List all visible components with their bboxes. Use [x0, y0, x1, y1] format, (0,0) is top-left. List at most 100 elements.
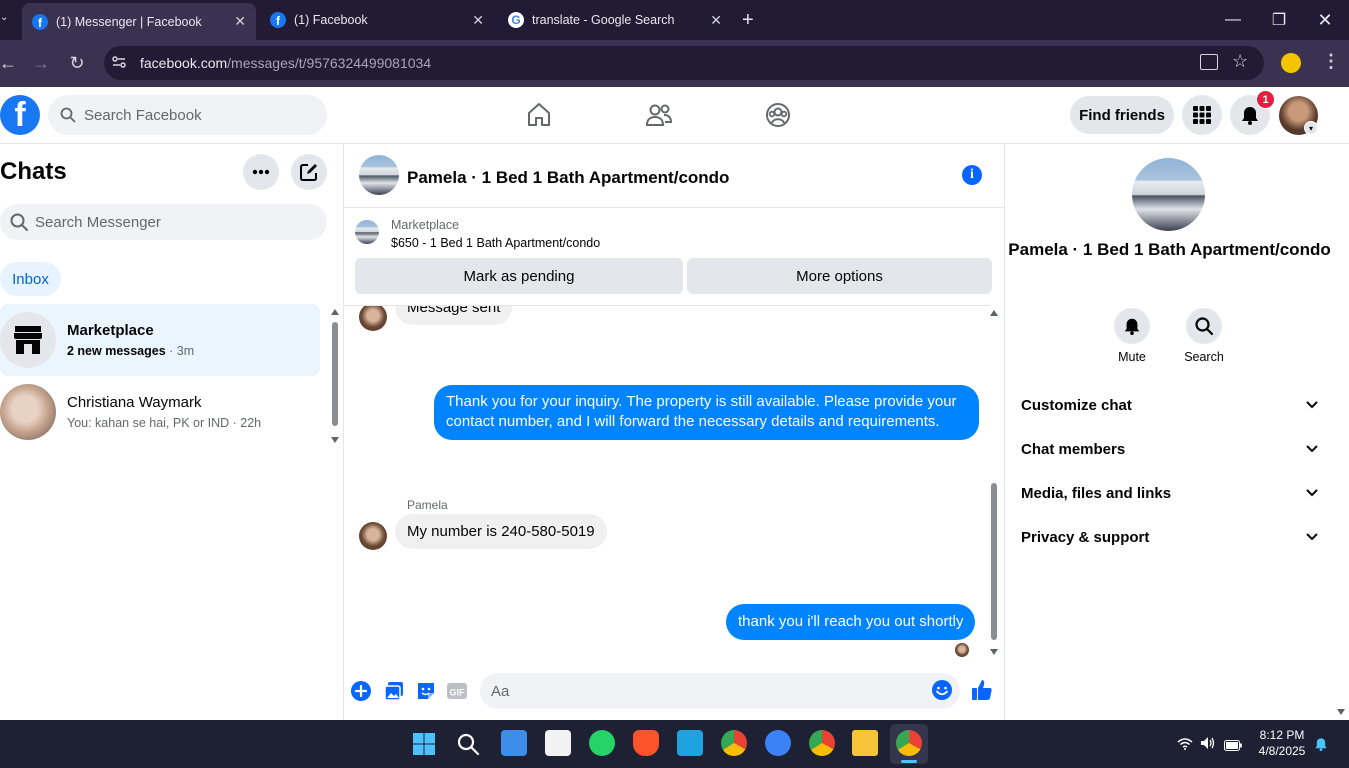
chat-item-marketplace[interactable]: Marketplace 2 new messages · 3m: [0, 304, 320, 376]
section-media-files-links[interactable]: Media, files and links: [1005, 471, 1334, 515]
groups-icon[interactable]: [763, 100, 793, 130]
section-customize-chat[interactable]: Customize chat: [1005, 383, 1334, 427]
bell-icon: [1242, 107, 1258, 125]
site-info-icon[interactable]: [111, 54, 127, 70]
minimize-icon[interactable]: —: [1210, 0, 1256, 40]
taskbar-search-icon[interactable]: [456, 732, 480, 756]
wifi-icon[interactable]: [1177, 738, 1193, 753]
desktop-icon[interactable]: [677, 730, 703, 756]
attach-photo-icon[interactable]: [383, 680, 405, 702]
chat-list-scrollbar[interactable]: [332, 322, 338, 426]
message-bubble-received[interactable]: My number is 240-580-5019: [395, 514, 607, 549]
message-thread[interactable]: Message sent Thank you for your inquiry.…: [344, 305, 990, 660]
chat-name: Marketplace: [67, 322, 154, 339]
search-icon: [1195, 317, 1213, 335]
chrome-profile-icon[interactable]: [809, 730, 835, 756]
find-friends-button[interactable]: Find friends: [1070, 96, 1174, 134]
new-tab-icon[interactable]: +: [742, 9, 754, 32]
chrome-active-icon[interactable]: [896, 730, 922, 756]
notepad-icon[interactable]: [501, 730, 527, 756]
notification-center-icon[interactable]: [1314, 736, 1328, 757]
install-app-icon[interactable]: [1200, 54, 1218, 70]
section-label: Media, files and links: [1021, 484, 1172, 502]
message-composer[interactable]: [480, 673, 960, 709]
extension-icon[interactable]: [1281, 53, 1301, 73]
bookmark-star-icon[interactable]: ☆: [1232, 51, 1248, 72]
mute-button[interactable]: [1114, 308, 1150, 344]
chat-item-christiana[interactable]: Christiana Waymark You: kahan se hai, PK…: [0, 376, 320, 448]
thread-scrollbar[interactable]: [991, 483, 997, 640]
whatsapp-icon[interactable]: [589, 730, 615, 756]
brave-icon[interactable]: [633, 730, 659, 756]
sticker-icon[interactable]: [415, 680, 437, 702]
close-tab-icon[interactable]: ✕: [710, 12, 722, 29]
facebook-logo-icon[interactable]: f: [0, 95, 40, 135]
battery-icon[interactable]: [1224, 738, 1242, 756]
more-options-button[interactable]: More options: [687, 258, 992, 294]
browser-menu-icon[interactable]: ⋮: [1322, 51, 1340, 72]
close-tab-icon[interactable]: ✕: [234, 13, 246, 30]
app-icon[interactable]: [545, 730, 571, 756]
conversation-avatar[interactable]: [359, 155, 399, 195]
chrome-icon[interactable]: [721, 730, 747, 756]
menu-grid-button[interactable]: [1182, 95, 1222, 135]
details-avatar[interactable]: [1132, 158, 1205, 231]
restore-icon[interactable]: ❐: [1256, 0, 1302, 40]
conversation-title[interactable]: Pamela · 1 Bed 1 Bath Apartment/condo: [407, 168, 729, 188]
facebook-favicon-icon: f: [270, 12, 286, 28]
start-icon[interactable]: [412, 732, 436, 756]
message-bubble-sent[interactable]: thank you i'll reach you out shortly: [726, 604, 976, 640]
chevron-down-icon[interactable]: ▾: [1304, 121, 1318, 135]
mute-label: Mute: [1118, 350, 1146, 364]
thread-scroll-down[interactable]: [990, 649, 998, 655]
section-label: Customize chat: [1021, 396, 1132, 414]
new-message-button[interactable]: [291, 154, 327, 190]
system-clock[interactable]: 8:12 PM 4/8/2025: [1254, 727, 1310, 759]
facebook-search-input[interactable]: [84, 106, 327, 124]
tab-facebook[interactable]: f (1) Facebook ✕: [260, 0, 494, 40]
volume-icon[interactable]: [1200, 736, 1216, 755]
page-scroll-down[interactable]: [1337, 709, 1345, 715]
url-text[interactable]: facebook.com/messages/t/9576324499081034: [140, 55, 431, 71]
search-conversation-button[interactable]: [1186, 308, 1222, 344]
chat-snippet: 2 new messages · 3m: [67, 344, 195, 358]
mark-as-pending-button[interactable]: Mark as pending: [355, 258, 683, 294]
chat-list-scroll-down[interactable]: [331, 437, 339, 443]
more-actions-icon[interactable]: [350, 680, 372, 702]
chat-options-button[interactable]: [243, 154, 279, 190]
active-indicator: [901, 760, 917, 763]
tab-search-dropdown[interactable]: ⌄: [0, 12, 12, 28]
section-chat-members[interactable]: Chat members: [1005, 427, 1334, 471]
facebook-search[interactable]: [48, 95, 327, 135]
message-bubble-sent[interactable]: Thank you for your inquiry. The property…: [434, 385, 979, 440]
tab-google-search[interactable]: G translate - Google Search ✕: [498, 0, 732, 40]
svg-text:GIF: GIF: [450, 688, 466, 698]
message-input[interactable]: [491, 682, 960, 700]
info-icon[interactable]: i: [962, 165, 982, 185]
window-close-icon[interactable]: ✕: [1302, 0, 1348, 40]
chat-list-scroll-up[interactable]: [331, 309, 339, 315]
tab-messenger[interactable]: f (1) Messenger | Facebook ✕: [22, 3, 256, 40]
like-thumb-icon[interactable]: [970, 678, 994, 702]
messenger-search-input[interactable]: [35, 213, 327, 231]
inbox-tab[interactable]: Inbox: [0, 262, 61, 296]
reload-icon[interactable]: ↻: [65, 51, 89, 75]
forward-icon[interactable]: →: [29, 51, 53, 75]
friends-icon[interactable]: [644, 100, 674, 130]
sync-icon[interactable]: [765, 730, 791, 756]
listing-thumbnail[interactable]: [355, 220, 379, 244]
back-icon[interactable]: ←: [0, 51, 20, 75]
thread-scroll-up[interactable]: [990, 310, 998, 316]
chevron-down-icon: [1306, 401, 1318, 409]
marketplace-avatar: [0, 312, 56, 368]
chat-snippet: You: kahan se hai, PK or IND · 22h: [67, 416, 262, 430]
listing-title[interactable]: $650 - 1 Bed 1 Bath Apartment/condo: [391, 236, 600, 250]
emoji-icon[interactable]: [931, 679, 953, 701]
gif-icon[interactable]: GIF: [446, 680, 468, 702]
file-explorer-icon[interactable]: [852, 730, 878, 756]
home-icon[interactable]: [524, 100, 554, 130]
section-privacy-support[interactable]: Privacy & support: [1005, 515, 1334, 559]
message-bubble-received[interactable]: Message sent: [395, 306, 513, 325]
close-tab-icon[interactable]: ✕: [472, 12, 484, 29]
messenger-search[interactable]: [0, 204, 327, 240]
